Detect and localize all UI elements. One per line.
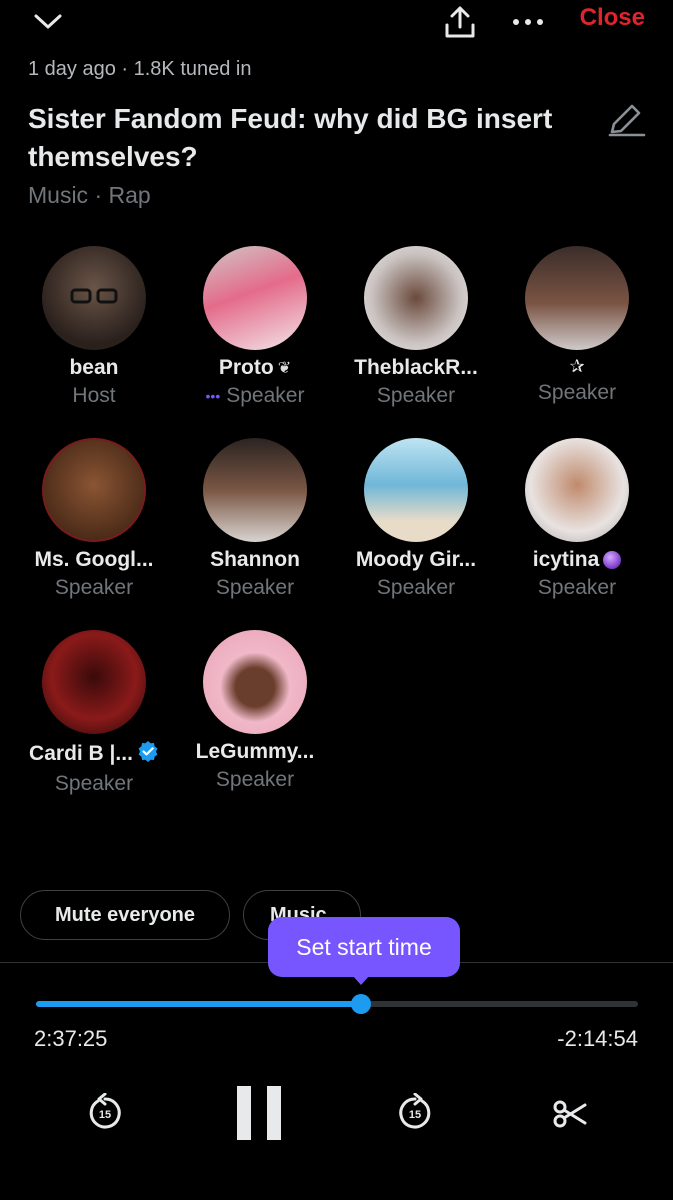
avatar [203, 246, 307, 350]
rewind-15-button[interactable]: 15 [82, 1090, 128, 1136]
more-icon[interactable] [508, 4, 548, 40]
avatar [364, 438, 468, 542]
avatar [42, 438, 146, 542]
set-start-time-tooltip[interactable]: Set start time [268, 917, 460, 977]
participant[interactable]: Moody Gir... Speaker [336, 438, 496, 600]
participant-role: Speaker [54, 772, 134, 795]
avatar [42, 630, 146, 734]
participant-role: Speaker [376, 576, 456, 599]
space-title: Sister Fandom Feud: why did BG insert th… [28, 103, 553, 172]
participant-name: ✰ [569, 356, 585, 376]
close-button[interactable]: Close [580, 4, 645, 32]
participant-role: Speaker [537, 576, 617, 599]
chevron-down-icon[interactable] [28, 4, 68, 40]
avatar [42, 246, 146, 350]
participant-name: Shannon [210, 548, 300, 571]
participant[interactable]: Proto ❦ ••• Speaker [175, 246, 335, 408]
forward-label: 15 [409, 1109, 421, 1121]
participant-name: Cardi B |... [29, 742, 133, 765]
participant[interactable]: TheblackR... Speaker [336, 246, 496, 408]
rewind-icon: 15 [89, 1093, 121, 1129]
pause-icon [237, 1086, 281, 1140]
scrubber-handle[interactable] [351, 994, 372, 1014]
space-meta: 1 day ago · 1.8K tuned in [28, 58, 252, 80]
participant[interactable]: LeGummy... Speaker [175, 630, 335, 792]
verified-badge-icon [137, 740, 159, 768]
forward-15-button[interactable]: 15 [392, 1090, 438, 1136]
participant-role: Speaker [537, 381, 617, 404]
crystal-ball-icon [603, 551, 622, 569]
participant-role: Speaker [54, 576, 134, 599]
edit-icon[interactable] [604, 100, 648, 140]
participant-name: Moody Gir... [355, 548, 477, 571]
space-topics: Music · Rap [28, 182, 151, 208]
avatar [203, 438, 307, 542]
avatar [525, 438, 629, 542]
participant-role: Speaker [215, 576, 295, 599]
participant[interactable]: Cardi B |... Speaker [14, 630, 174, 796]
speaking-indicator-icon: ••• [205, 388, 221, 404]
elapsed-time: 2:37:25 [34, 1026, 108, 1051]
participant-name: Proto [218, 356, 274, 379]
forward-icon: 15 [399, 1093, 431, 1129]
avatar [525, 246, 629, 350]
participant-name: Ms. Googl... [34, 548, 154, 571]
pause-button[interactable] [234, 1084, 284, 1142]
participant-name: TheblackR... [354, 356, 478, 379]
participant[interactable]: Ms. Googl... Speaker [14, 438, 174, 600]
participant-role: Speaker [226, 384, 305, 407]
tooltip-tail [352, 975, 370, 985]
participant-role: Speaker [376, 384, 456, 407]
avatar [203, 630, 307, 734]
remaining-time: -2:14:54 [557, 1026, 638, 1051]
avatar [364, 246, 468, 350]
playback-progress [36, 1001, 362, 1007]
participant[interactable]: ✰ Speaker [497, 246, 657, 405]
participant[interactable]: bean Host [14, 246, 174, 408]
participant-role: Host [72, 384, 116, 407]
rewind-label: 15 [99, 1109, 111, 1121]
scissors-icon [553, 1100, 587, 1128]
share-icon[interactable] [440, 4, 480, 40]
participant-name: icytina [532, 548, 600, 571]
playback-scrubber[interactable] [36, 994, 638, 1014]
participant[interactable]: icytina Speaker [497, 438, 657, 600]
participant-name: LeGummy... [195, 740, 315, 763]
clip-button[interactable] [548, 1092, 592, 1136]
wings-icon: ❦ [277, 360, 292, 377]
participant-role: Speaker [215, 768, 295, 791]
mute-everyone-button[interactable]: Mute everyone [20, 890, 230, 940]
participant[interactable]: Shannon Speaker [175, 438, 335, 600]
participant-name: bean [69, 356, 119, 379]
